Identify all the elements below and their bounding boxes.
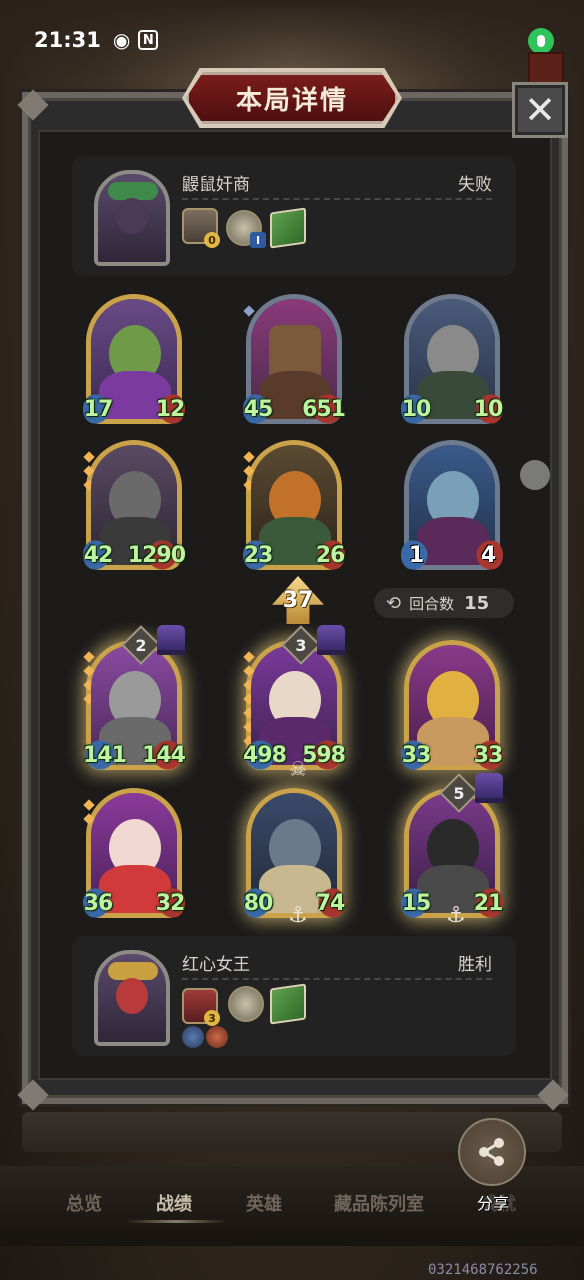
minion-attack: 33 bbox=[401, 739, 431, 771]
minion-attack: 80 bbox=[243, 887, 273, 919]
refresh-icon: ⟲ bbox=[386, 592, 402, 614]
divider bbox=[182, 198, 492, 200]
minion-health: 1290 bbox=[127, 539, 186, 571]
medal-item-icon[interactable] bbox=[228, 986, 264, 1022]
minion-attack: 15 bbox=[401, 887, 431, 919]
nav-overview[interactable]: 总览 bbox=[66, 1190, 102, 1216]
book-item-icon[interactable] bbox=[270, 207, 306, 249]
opponent-minion-1[interactable]: 17 12 bbox=[83, 294, 185, 425]
anchor-icon: ⚓ bbox=[288, 903, 308, 928]
floating-assist-button[interactable] bbox=[520, 460, 550, 490]
status-time: 21:31 bbox=[34, 28, 101, 52]
book-item-icon[interactable] bbox=[270, 983, 306, 1025]
opponent-result: 失败 bbox=[458, 175, 492, 195]
corner-banner bbox=[528, 52, 564, 86]
claw-skill-icon[interactable] bbox=[206, 1026, 228, 1048]
opponent-minion-3[interactable]: 10 10 bbox=[401, 294, 503, 425]
anchor-icon: ⚓ bbox=[446, 903, 466, 928]
minion-attack: 36 bbox=[83, 887, 113, 919]
divider bbox=[182, 978, 492, 980]
minion-attack: 1 bbox=[401, 539, 431, 571]
minion-attack: 23 bbox=[243, 539, 273, 571]
attack-value: 37 bbox=[282, 588, 314, 613]
minion-health: 10 bbox=[473, 393, 503, 425]
opponent-player-panel: 鼹鼠奸商 失败 0 I bbox=[72, 156, 516, 276]
top-hat-icon bbox=[475, 773, 503, 803]
minion-attack: 42 bbox=[83, 539, 113, 571]
player-result: 胜利 bbox=[458, 955, 492, 975]
top-hat-icon bbox=[317, 625, 345, 655]
minion-attack: 10 bbox=[401, 393, 431, 425]
player-panel: 红心女王 胜利 3 bbox=[72, 936, 516, 1056]
minion-attack: 45 bbox=[243, 393, 273, 425]
opponent-minion-2[interactable]: 45 651 bbox=[243, 294, 346, 425]
player-name: 红心女王 bbox=[182, 955, 250, 975]
sword-skill-icon[interactable] bbox=[182, 1026, 204, 1048]
opponent-hero-portrait[interactable] bbox=[94, 170, 170, 266]
opponent-minion-4[interactable]: 42 1290 bbox=[83, 440, 186, 571]
item-count-badge: 0 bbox=[204, 232, 220, 248]
minion-health: 144 bbox=[142, 739, 186, 771]
player-minion-5[interactable]: ⚓ 80 74 bbox=[243, 788, 345, 927]
opponent-minion-5[interactable]: 23 26 bbox=[243, 440, 345, 571]
player-minion-1[interactable]: 2 141 144 bbox=[83, 625, 186, 771]
minion-health: 74 bbox=[315, 887, 345, 919]
minion-health: 4 bbox=[473, 539, 503, 571]
eye-icon: ◉ bbox=[112, 28, 131, 52]
minion-attack: 17 bbox=[83, 393, 113, 425]
opponent-name: 鼹鼠奸商 bbox=[182, 175, 250, 195]
mic-icon bbox=[528, 28, 554, 54]
nav-collection[interactable]: 藏品陈列室 bbox=[334, 1190, 424, 1216]
opponent-minion-6[interactable]: 1 4 bbox=[401, 440, 503, 571]
close-icon: ✕ bbox=[524, 88, 556, 132]
watermark: 0321468762256 bbox=[428, 1262, 538, 1278]
minion-health: 21 bbox=[473, 887, 503, 919]
item-count-badge: 3 bbox=[204, 1010, 220, 1026]
close-button[interactable]: ✕ bbox=[512, 82, 568, 138]
share-icon bbox=[479, 1138, 504, 1166]
minion-attack: 141 bbox=[83, 739, 127, 771]
round-counter: ⟲ 回合数 15 bbox=[374, 588, 514, 618]
round-label: 回合数 bbox=[409, 594, 455, 613]
round-value: 15 bbox=[464, 592, 490, 614]
player-minion-4[interactable]: 36 32 bbox=[83, 788, 185, 919]
minion-health: 26 bbox=[315, 539, 345, 571]
minion-health: 32 bbox=[155, 887, 185, 919]
page-title: 本局详情 bbox=[186, 72, 398, 124]
minion-health: 33 bbox=[473, 739, 503, 771]
minion-health: 651 bbox=[302, 393, 346, 425]
rank-dots bbox=[243, 305, 255, 321]
minion-health: 598 bbox=[302, 739, 346, 771]
top-hat-icon bbox=[157, 625, 185, 655]
medal-level-badge: I bbox=[250, 232, 266, 248]
player-hero-portrait[interactable] bbox=[94, 950, 170, 1046]
minion-attack: 498 bbox=[243, 739, 287, 771]
nav-active-indicator bbox=[126, 1220, 226, 1223]
share-button[interactable] bbox=[458, 1118, 526, 1186]
player-minion-2[interactable]: 3 ☠ 498 598 bbox=[243, 625, 346, 781]
share-label: 分享 bbox=[476, 1194, 509, 1213]
nav-records[interactable]: 战绩 bbox=[156, 1190, 192, 1216]
player-minion-3[interactable]: 33 33 bbox=[401, 640, 503, 771]
player-minion-6[interactable]: 5 ⚓ 15 21 bbox=[401, 773, 503, 927]
nfc-icon: N bbox=[138, 30, 159, 50]
nav-heroes[interactable]: 英雄 bbox=[246, 1190, 282, 1216]
minion-health: 12 bbox=[155, 393, 185, 425]
